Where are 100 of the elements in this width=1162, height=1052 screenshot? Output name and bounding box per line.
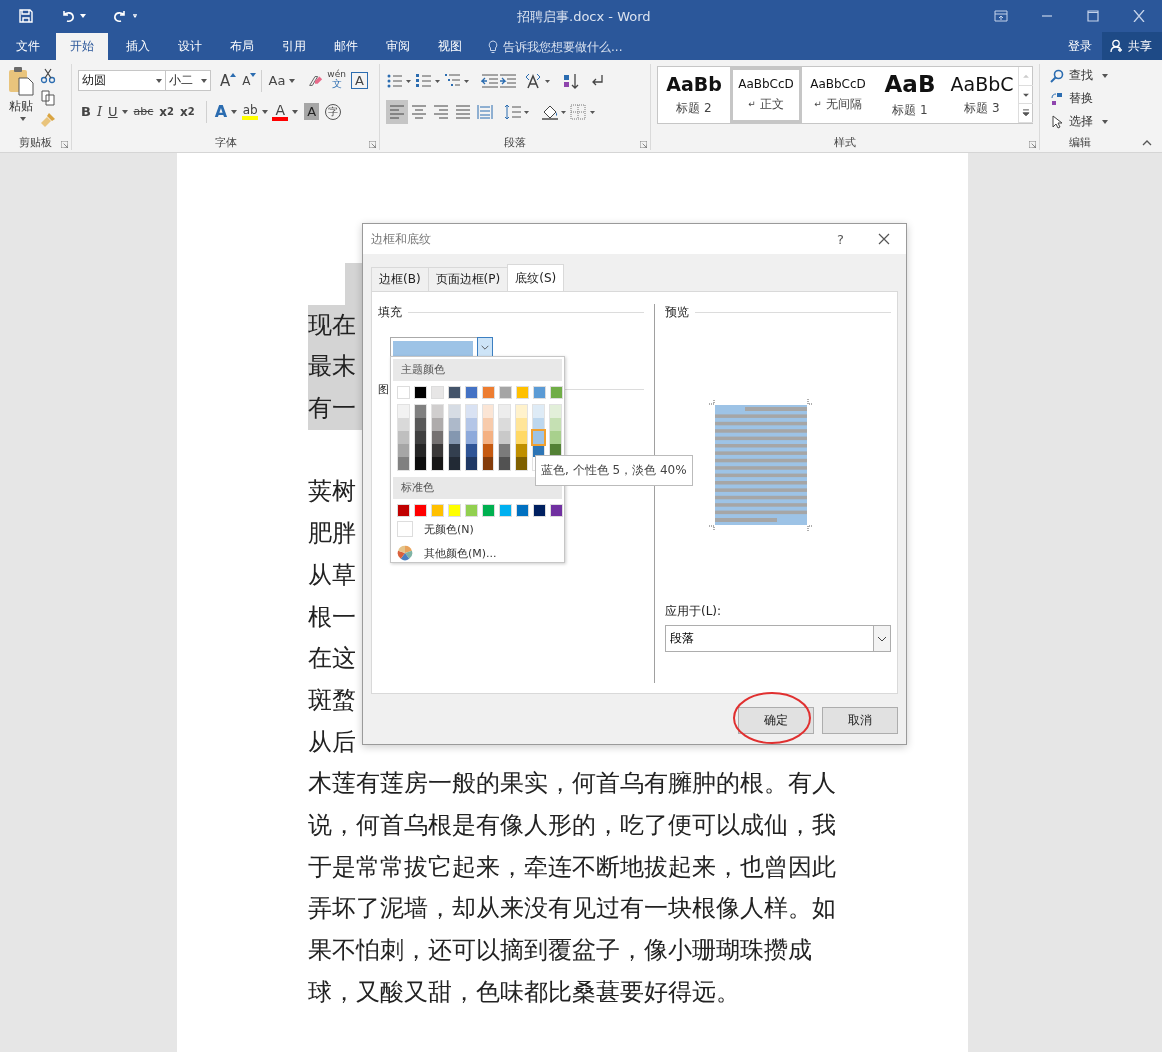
color-swatch[interactable] bbox=[398, 418, 409, 431]
grow-font-button[interactable]: A bbox=[217, 69, 240, 92]
color-swatch[interactable] bbox=[397, 386, 410, 399]
more-colors-item[interactable]: 其他颜色(M)... bbox=[393, 541, 562, 565]
color-swatch[interactable] bbox=[482, 431, 494, 444]
copy-icon[interactable] bbox=[40, 90, 56, 106]
color-swatch[interactable] bbox=[465, 405, 477, 418]
color-swatch[interactable] bbox=[533, 504, 546, 517]
color-swatch[interactable] bbox=[482, 457, 494, 470]
dialog-tab[interactable]: 边框(B) bbox=[371, 267, 429, 291]
color-swatch[interactable] bbox=[448, 418, 460, 431]
color-swatch[interactable] bbox=[499, 457, 511, 470]
caret-icon[interactable] bbox=[80, 14, 86, 18]
color-swatch[interactable] bbox=[431, 444, 443, 457]
save-icon[interactable] bbox=[18, 8, 34, 24]
color-swatch[interactable] bbox=[499, 504, 512, 517]
color-swatch[interactable] bbox=[431, 504, 444, 517]
close-icon[interactable] bbox=[878, 233, 890, 245]
font-name-dropdown[interactable]: 幼圆 bbox=[78, 70, 166, 91]
color-swatch[interactable] bbox=[482, 405, 494, 418]
color-swatch[interactable] bbox=[431, 418, 443, 431]
color-swatch[interactable] bbox=[516, 431, 528, 444]
color-swatch[interactable] bbox=[550, 405, 562, 418]
color-swatch[interactable] bbox=[550, 504, 563, 517]
character-shading-button[interactable]: A bbox=[304, 103, 320, 120]
color-swatch[interactable] bbox=[431, 386, 444, 399]
launcher-icon[interactable] bbox=[369, 141, 376, 148]
color-swatch[interactable] bbox=[448, 444, 460, 457]
color-swatch[interactable] bbox=[431, 457, 443, 470]
style-item[interactable]: AaBb 标题 2 bbox=[658, 67, 730, 123]
color-swatch[interactable] bbox=[516, 457, 528, 470]
sign-in-link[interactable]: 登录 bbox=[1068, 37, 1092, 55]
ribbon-display-icon[interactable] bbox=[994, 10, 1008, 22]
color-swatch[interactable] bbox=[482, 444, 494, 457]
color-swatch[interactable] bbox=[499, 386, 512, 399]
color-swatch[interactable] bbox=[465, 418, 477, 431]
brush-icon[interactable] bbox=[40, 112, 56, 128]
color-swatch[interactable] bbox=[448, 386, 461, 399]
style-item[interactable]: AaBbCcD ↵ 正文 bbox=[730, 67, 802, 123]
color-swatch[interactable] bbox=[465, 386, 478, 399]
undo-icon[interactable] bbox=[60, 8, 76, 24]
increase-indent-icon[interactable] bbox=[499, 72, 517, 89]
sort-icon[interactable] bbox=[562, 72, 580, 89]
character-border-button[interactable]: A bbox=[350, 72, 368, 89]
style-item[interactable]: AaBbC 标题 3 bbox=[946, 67, 1018, 123]
decrease-indent-icon[interactable] bbox=[481, 72, 499, 89]
color-swatch[interactable] bbox=[431, 431, 443, 444]
color-swatch[interactable] bbox=[499, 431, 511, 444]
color-swatch[interactable] bbox=[516, 418, 528, 431]
color-swatch[interactable] bbox=[499, 444, 511, 457]
line-spacing-icon[interactable] bbox=[504, 103, 530, 120]
style-item[interactable]: AaB 标题 1 bbox=[874, 67, 946, 123]
color-swatch[interactable] bbox=[516, 504, 529, 517]
color-swatch[interactable] bbox=[516, 444, 528, 457]
ribbon-tab[interactable]: 设计 bbox=[164, 33, 216, 60]
color-swatch[interactable] bbox=[482, 386, 495, 399]
ribbon-tab[interactable]: 文件 bbox=[4, 33, 52, 60]
color-swatch[interactable] bbox=[516, 405, 528, 418]
multilevel-list-icon[interactable] bbox=[444, 72, 470, 89]
collapse-ribbon-icon[interactable] bbox=[1142, 140, 1152, 146]
color-swatch[interactable] bbox=[499, 405, 511, 418]
text-effects-button[interactable]: A bbox=[205, 100, 241, 123]
redo-icon[interactable] bbox=[112, 8, 128, 24]
color-swatch[interactable] bbox=[448, 431, 460, 444]
color-swatch[interactable] bbox=[414, 444, 426, 457]
align-left-button[interactable] bbox=[386, 99, 408, 124]
font-size-dropdown[interactable]: 小二 bbox=[165, 70, 211, 91]
italic-button[interactable]: I bbox=[93, 100, 106, 123]
color-swatch[interactable] bbox=[448, 405, 460, 418]
shrink-font-button[interactable]: A bbox=[239, 69, 260, 92]
color-swatch[interactable] bbox=[398, 431, 409, 444]
customize-icon[interactable] bbox=[132, 14, 138, 18]
color-swatch[interactable] bbox=[465, 431, 477, 444]
maximize-icon[interactable] bbox=[1086, 10, 1100, 22]
color-swatch[interactable] bbox=[516, 386, 529, 399]
color-swatch[interactable] bbox=[448, 504, 461, 517]
highlight-button[interactable]: ab bbox=[240, 100, 271, 123]
color-swatch[interactable] bbox=[398, 457, 409, 470]
replace-button[interactable]: 替换 bbox=[1050, 89, 1120, 108]
color-swatch[interactable] bbox=[550, 386, 563, 399]
scissors-icon[interactable] bbox=[40, 68, 56, 84]
dialog-tab[interactable]: 底纹(S) bbox=[507, 264, 565, 291]
color-swatch[interactable] bbox=[533, 386, 546, 399]
apply-to-dropdown[interactable]: 段落 bbox=[665, 625, 891, 652]
ribbon-tab[interactable]: 引用 bbox=[268, 33, 320, 60]
paste-button[interactable]: 粘贴 bbox=[8, 66, 34, 128]
color-swatch[interactable] bbox=[414, 386, 427, 399]
bold-button[interactable]: B bbox=[78, 100, 94, 123]
color-swatch[interactable] bbox=[465, 504, 478, 517]
phonetic-guide-button[interactable]: wén 文 bbox=[324, 69, 349, 92]
help-button[interactable]: ? bbox=[837, 231, 844, 247]
ok-button[interactable]: 确定 bbox=[738, 707, 814, 734]
strikethrough-button[interactable]: abc bbox=[130, 100, 157, 123]
numbering-icon[interactable] bbox=[415, 72, 441, 89]
underline-button[interactable]: U bbox=[105, 100, 131, 123]
paint-bucket-icon[interactable] bbox=[541, 103, 567, 120]
style-item[interactable]: AaBbCcD ↵ 无间隔 bbox=[802, 67, 874, 123]
ribbon-tab[interactable]: 开始 bbox=[56, 33, 108, 60]
launcher-icon[interactable] bbox=[61, 141, 68, 148]
color-swatch[interactable] bbox=[398, 405, 409, 418]
